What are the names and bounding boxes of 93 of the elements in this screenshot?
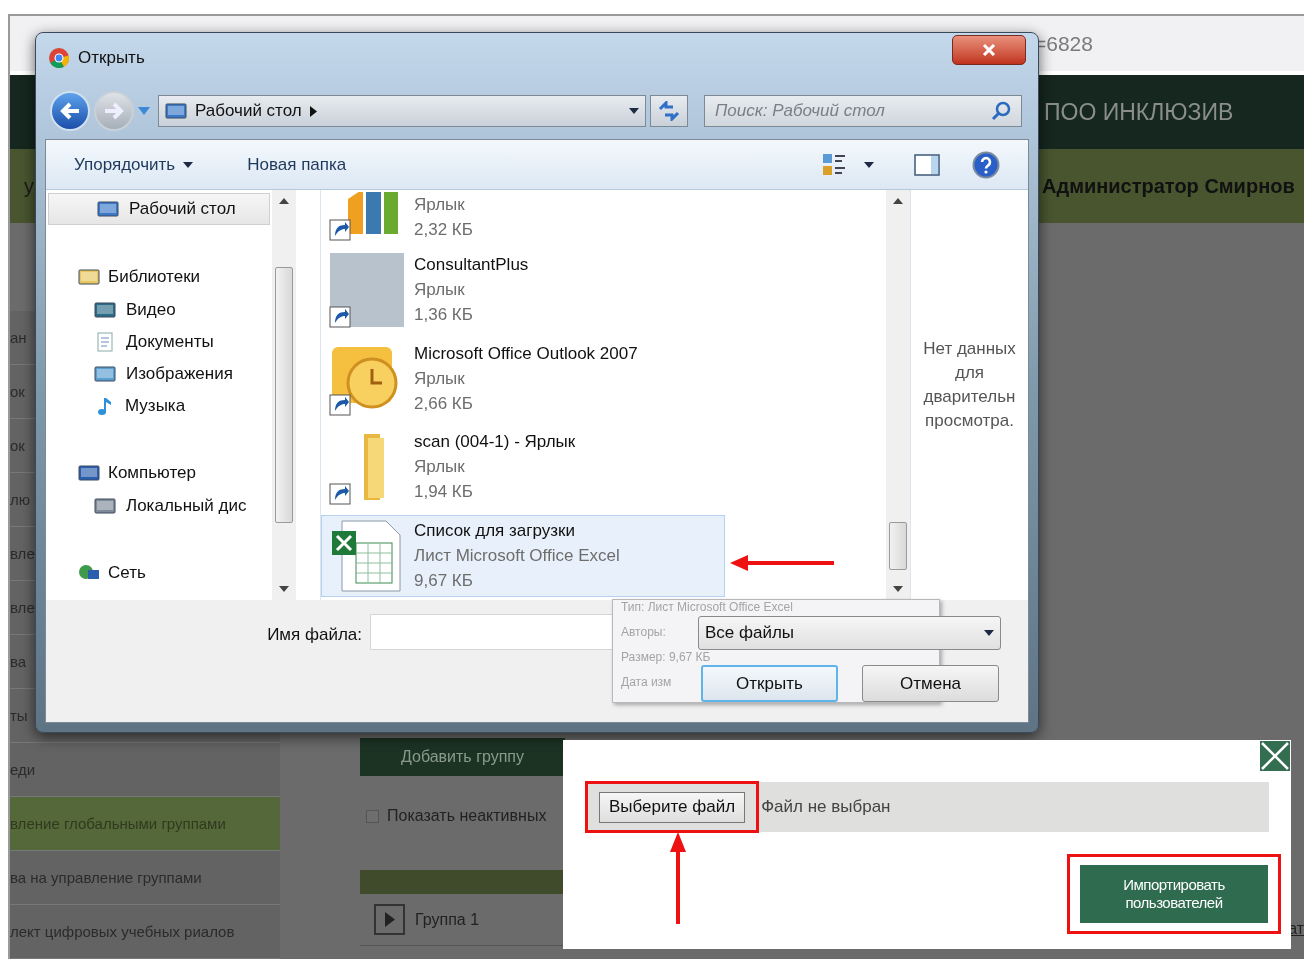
file-name: Microsoft Office Outlook 2007 [414, 342, 638, 365]
close-icon [982, 44, 996, 56]
desktop-icon [97, 199, 119, 219]
chart-icon [348, 192, 398, 235]
clock-icon [332, 347, 398, 409]
scrollbar[interactable] [886, 190, 910, 600]
address-bar[interactable]: Рабочий стол [158, 95, 646, 127]
nav-tree-item[interactable]: Музыка [46, 390, 272, 422]
history-caret-icon[interactable] [138, 107, 150, 115]
search-icon [991, 101, 1011, 121]
back-button[interactable] [50, 91, 90, 131]
computer-icon [78, 463, 100, 483]
file-name: ConsultantPlus [414, 254, 529, 277]
scroll-thumb[interactable] [275, 267, 293, 523]
file-name: Список для загрузки [414, 520, 576, 543]
organize-button[interactable]: Упорядочить [74, 151, 194, 178]
nav-tree-item[interactable]: Видео [46, 294, 272, 326]
file-type: Лист Microsoft Office Excel [414, 545, 620, 568]
nav-tree-item[interactable]: Компьютер [46, 456, 272, 490]
caret-icon [183, 161, 194, 168]
dialog-title: Открыть [78, 47, 146, 70]
preview-message: Нет данных для дварительн просмотра. [923, 338, 1016, 432]
no-file-text: Файл не выбран [761, 796, 891, 819]
nav-tree-item[interactable]: Сеть [46, 556, 272, 590]
scroll-up-icon[interactable] [893, 198, 903, 204]
new-folder-button[interactable]: Новая папка [247, 151, 822, 178]
filename-label: Имя файла: [266, 624, 362, 646]
caret-icon [864, 161, 874, 168]
open-button[interactable]: Открыть [701, 665, 838, 702]
scroll-down-icon[interactable] [893, 586, 903, 592]
help-icon[interactable] [972, 150, 1000, 179]
file-size: 1,36 КБ [414, 304, 474, 327]
file-size: 2,32 КБ [414, 219, 473, 242]
document-icon [94, 332, 116, 352]
scroll-down-icon[interactable] [279, 586, 289, 592]
tooltip-line: Авторы: [621, 626, 666, 639]
breadcrumb-arrow-icon [309, 105, 317, 117]
search-placeholder: Поиск: Рабочий стол [715, 100, 886, 123]
file-type: Ярлык [414, 194, 466, 217]
scrollbar[interactable] [272, 190, 296, 600]
nav-tree-item[interactable]: Рабочий стол [48, 193, 270, 225]
file-item[interactable]: ConsultantPlus Ярлык 1,36 КБ [321, 248, 725, 331]
cancel-button[interactable]: Отмена [862, 665, 999, 702]
forward-arrow-icon [103, 102, 125, 120]
tooltip-line: Тип: Лист Microsoft Office Excel [621, 601, 793, 614]
nav-tree-item[interactable]: Изображения [46, 358, 272, 390]
url-text: =6828 [1034, 30, 1093, 57]
preview-pane-icon[interactable] [914, 153, 940, 176]
nav-tree-item[interactable]: Документы [46, 326, 272, 358]
spreadsheet-icon [332, 520, 401, 592]
refresh-button[interactable] [650, 95, 688, 127]
refresh-icon [657, 101, 681, 121]
view-options-button[interactable] [822, 152, 874, 177]
group-name: Группа 1 [415, 909, 480, 930]
file-type: Ярлык [414, 279, 466, 302]
choose-file-button[interactable]: Выберите файл [599, 791, 746, 823]
file-size: 9,67 КБ [414, 570, 474, 593]
site-title: ПОО ИНКЛЮЗИВ [1044, 97, 1234, 127]
music-icon [98, 397, 111, 415]
file-type: Ярлык [414, 367, 466, 390]
file-item[interactable]: scan (004-1) - Ярлык Ярлык 1,94 КБ [321, 425, 725, 508]
file-item[interactable]: Ярлык 2,32 КБ [321, 191, 725, 246]
file-item[interactable]: Список для загрузки Лист Microsoft Office Excel 9,67 КБ [321, 514, 725, 597]
close-button[interactable] [952, 35, 1026, 65]
file-type-dropdown[interactable]: Все файлы [698, 616, 1001, 650]
user-name: Администратор Смирнов [1042, 174, 1295, 200]
address-text: Рабочий стол [195, 100, 302, 123]
import-users-button[interactable]: Импортировать пользователей [1080, 865, 1268, 923]
caret-icon [984, 630, 994, 636]
tooltip-line: Дата изм [621, 676, 672, 689]
nav-tree-item[interactable]: Локальный дис [46, 490, 272, 522]
library-icon [78, 267, 100, 287]
close-icon [1260, 741, 1290, 771]
checkbox[interactable] [366, 809, 379, 823]
tooltip-line: Размер: 9,67 КБ [621, 651, 711, 664]
header-text: у [24, 174, 34, 200]
scroll-up-icon[interactable] [279, 198, 289, 204]
checkbox-label: Показать неактивных [387, 806, 547, 826]
browser-logo-icon [48, 47, 70, 69]
view-list-icon [822, 152, 848, 177]
caret-icon [629, 108, 639, 114]
add-group-button[interactable]: Добавить группу [360, 738, 565, 776]
file-type: Ярлык [414, 456, 466, 479]
desktop-icon [165, 101, 187, 121]
file-item[interactable]: Microsoft Office Outlook 2007 Ярлык 2,66 КБ [321, 337, 725, 420]
file-size: 2,66 КБ [414, 392, 474, 415]
folder-icon [364, 433, 384, 500]
file-size: 1,94 КБ [414, 481, 474, 504]
scroll-thumb[interactable] [889, 522, 907, 570]
back-arrow-icon [59, 102, 81, 120]
play-icon[interactable] [374, 904, 405, 935]
nav-tree-item[interactable]: Библиотеки [46, 260, 272, 294]
file-name: scan (004-1) - Ярлык [414, 431, 576, 454]
